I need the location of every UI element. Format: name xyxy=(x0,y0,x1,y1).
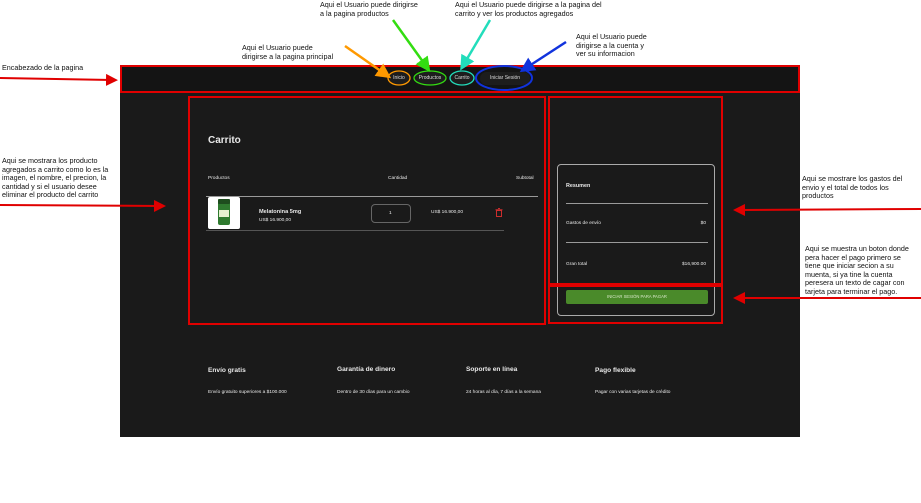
arrow-inicio xyxy=(344,44,392,79)
annotation-arrows xyxy=(0,19,921,304)
annotation-pay: Aqui se muestra un boton donde pera hace… xyxy=(805,244,909,296)
arrow-header xyxy=(0,73,118,86)
highlight-carrito xyxy=(449,70,475,86)
annotation-cart-items: Aqui se mostrara los producto agregados … xyxy=(2,156,109,200)
annotation-products: Aqui el Usuario puede dirigirse a la pag… xyxy=(320,0,418,18)
annotation-header: Encabezado de la pagina xyxy=(2,63,84,72)
arrow-cart-items xyxy=(0,199,166,212)
annotation-home: Aqui el Usuario puede dirigirse a la pag… xyxy=(242,43,334,61)
annotation-cart: Aqui el Usuario puede dirigirse a la pag… xyxy=(455,0,602,18)
arrow-summary xyxy=(733,203,921,216)
highlight-inicio xyxy=(387,70,411,86)
arrow-iniciar-sesion xyxy=(519,40,567,73)
highlight-productos xyxy=(413,70,447,86)
highlight-iniciar-sesion xyxy=(475,65,533,91)
annotation-account: Aqui el Usuario puede dirigirse a la cue… xyxy=(576,32,647,59)
annotation-summary: Aqui se mostrare los gastos del envio y … xyxy=(802,174,903,201)
arrow-productos xyxy=(391,19,431,73)
arrow-carrito xyxy=(460,19,492,71)
